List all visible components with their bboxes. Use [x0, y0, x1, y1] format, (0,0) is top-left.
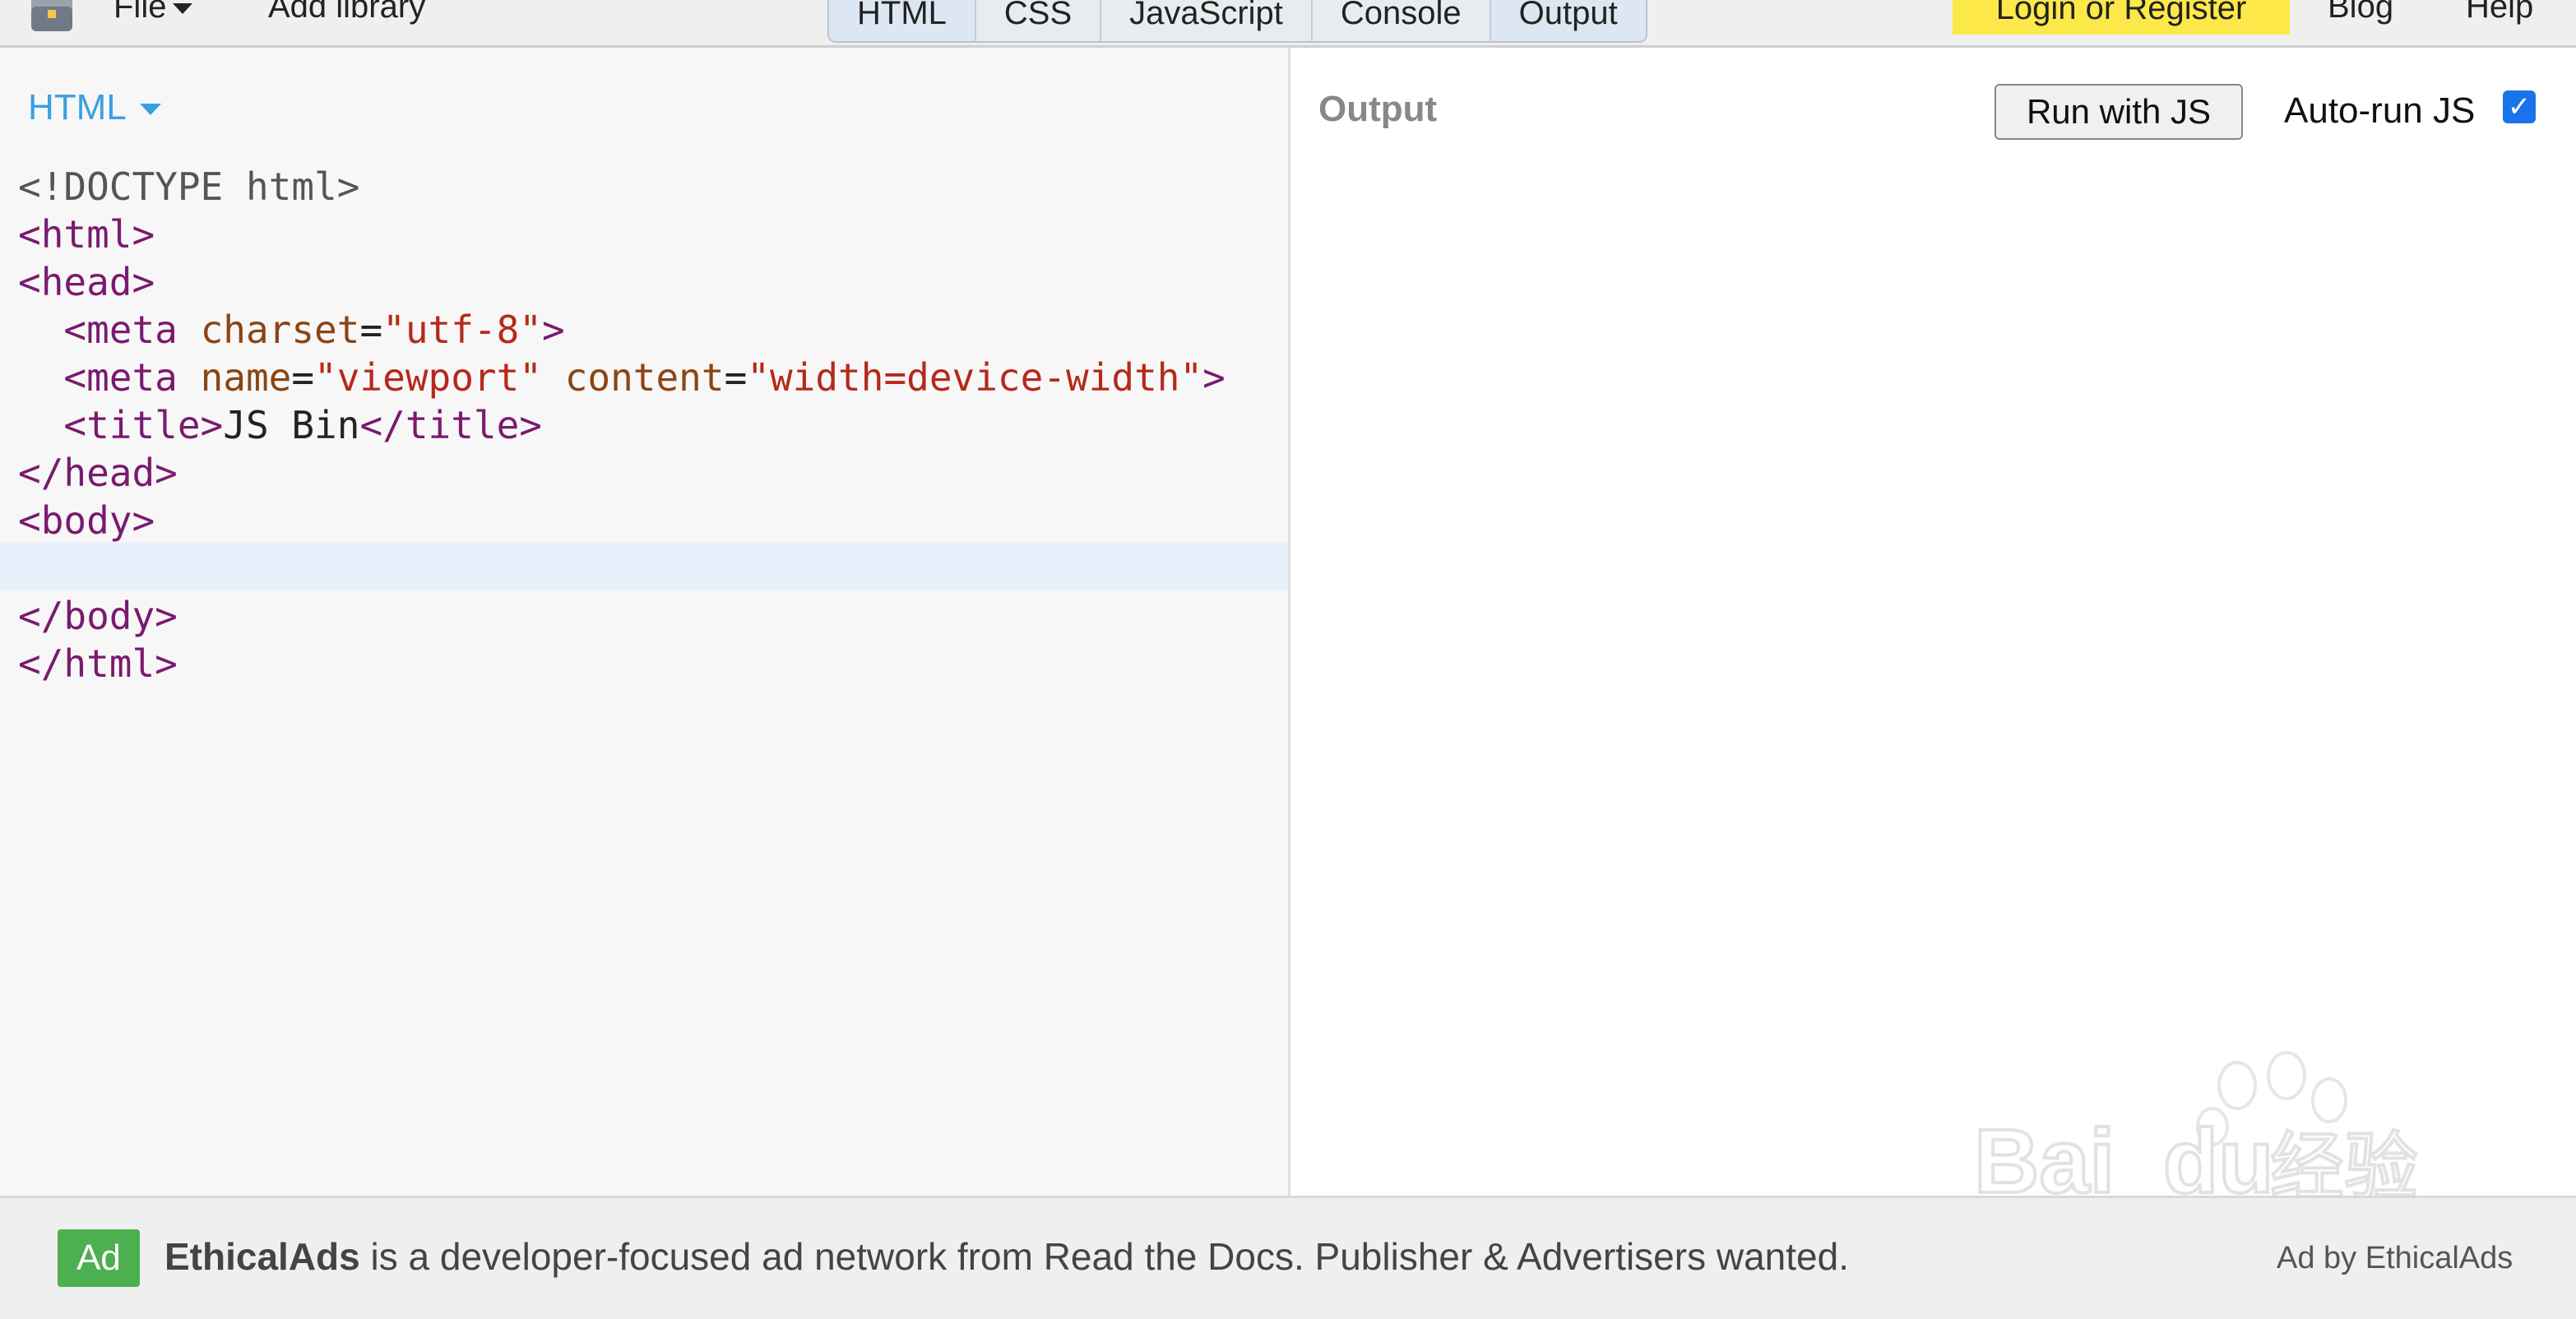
ad-by-link[interactable]: Ad by EthicalAds	[2277, 1241, 2513, 1276]
output-panel: Output Run with JS Auto-run JS ✓	[1290, 48, 2576, 1196]
chevron-down-icon	[173, 2, 193, 14]
code-line: </html>	[18, 640, 1225, 687]
html-editor-panel[interactable]: HTML <!DOCTYPE html> <html> <head> <meta c…	[0, 48, 1290, 1196]
attribute-token: name	[200, 355, 292, 400]
panel-tabs: HTML CSS JavaScript Console Output	[827, 0, 1647, 43]
jsbin-logo-icon[interactable]	[28, 0, 76, 33]
ad-body: is a developer-focused ad network from R…	[359, 1235, 1849, 1278]
code-line: <meta name="viewport" content="width=dev…	[18, 354, 1225, 401]
tag-token: <head>	[18, 260, 155, 304]
tab-console[interactable]: Console	[1313, 0, 1491, 41]
ad-badge: Ad	[58, 1229, 140, 1287]
ad-brand: EthicalAds	[164, 1235, 360, 1278]
tag-token: </head>	[18, 451, 178, 495]
code-line: <!DOCTYPE html>	[18, 163, 1225, 211]
file-menu-label: File	[114, 0, 167, 25]
run-with-js-button[interactable]: Run with JS	[1995, 84, 2243, 140]
tab-html[interactable]: HTML	[829, 0, 976, 41]
code-line: <meta charset="utf-8">	[18, 306, 1225, 354]
blog-link[interactable]: Blog	[2328, 0, 2393, 25]
tag-token: <meta	[63, 308, 201, 352]
checkmark-icon: ✓	[2507, 91, 2532, 123]
tag-token: <title>	[63, 403, 224, 447]
attribute-token: charset	[200, 308, 360, 352]
tab-output[interactable]: Output	[1490, 0, 1646, 41]
equals-token: =	[291, 355, 315, 400]
tag-token: >	[542, 308, 565, 352]
equals-token: =	[724, 355, 748, 400]
text-token: JS Bin	[223, 403, 360, 447]
tag-token: </title>	[359, 403, 542, 447]
code-area[interactable]: <!DOCTYPE html> <html> <head> <meta charse…	[18, 163, 1225, 687]
output-title: Output	[1318, 89, 1438, 129]
equals-token: =	[359, 308, 383, 352]
editor-language-selector[interactable]: HTML	[28, 87, 161, 128]
code-line-empty	[18, 544, 1225, 592]
login-register-button[interactable]: Login or Register	[1953, 0, 2290, 35]
tag-token: >	[1202, 355, 1225, 400]
code-line: <title>JS Bin</title>	[18, 401, 1225, 449]
tag-token: <html>	[18, 212, 155, 257]
ad-text[interactable]: EthicalAds is a developer-focused ad net…	[164, 1234, 1849, 1279]
editor-language-label: HTML	[28, 87, 127, 127]
string-token: "utf-8"	[382, 308, 543, 352]
add-library-menu[interactable]: Add library	[268, 0, 425, 25]
code-line: <html>	[18, 211, 1225, 258]
doctype-token: <!DOCTYPE html>	[18, 164, 360, 209]
string-token: "viewport"	[314, 355, 542, 400]
autorun-label: Auto-run JS	[2284, 90, 2476, 131]
string-token: "width=device-width"	[747, 355, 1203, 400]
attribute-token: content	[564, 355, 725, 400]
code-line: <head>	[18, 258, 1225, 306]
code-line: </body>	[18, 592, 1225, 640]
code-line: </head>	[18, 449, 1225, 497]
tab-css[interactable]: CSS	[976, 0, 1102, 41]
tag-token: <body>	[18, 498, 155, 543]
autorun-checkbox[interactable]: ✓	[2503, 90, 2536, 123]
file-menu[interactable]: File	[114, 0, 193, 25]
code-line: <body>	[18, 497, 1225, 544]
tag-token: </body>	[18, 594, 178, 638]
top-toolbar: File Add library HTML CSS JavaScript Con…	[0, 0, 2576, 48]
help-link[interactable]: Help	[2466, 0, 2533, 25]
chevron-down-icon	[139, 104, 161, 116]
tab-javascript[interactable]: JavaScript	[1101, 0, 1313, 41]
ad-bar[interactable]: Ad EthicalAds is a developer-focused ad …	[0, 1196, 2576, 1319]
tag-token: </html>	[18, 641, 178, 686]
tag-token: <meta	[63, 355, 201, 400]
